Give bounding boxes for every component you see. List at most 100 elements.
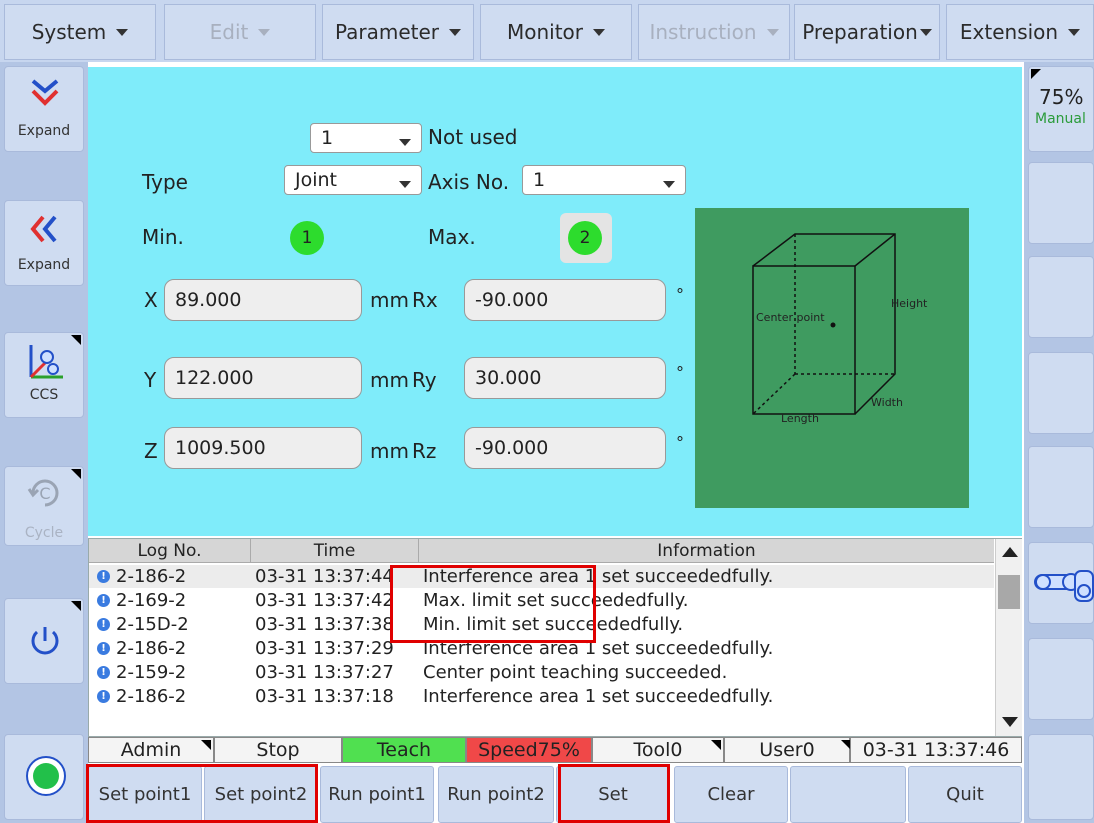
y-field[interactable]: 122.000 <box>164 357 362 399</box>
log-time: 03-31 13:37:27 <box>255 662 394 683</box>
cuboid-diagram-icon <box>752 233 896 415</box>
z-label: Z <box>144 439 158 463</box>
menu-bar: System Edit Parameter Monitor Instructio… <box>0 0 1094 62</box>
menu-parameter-label: Parameter <box>334 20 440 44</box>
chevron-down-icon <box>116 28 129 36</box>
x-field[interactable]: 89.000 <box>164 279 362 321</box>
corner-indicator <box>1031 69 1041 79</box>
chevron-down-icon <box>593 28 606 36</box>
rx-unit: ° <box>676 285 684 304</box>
clock: 03-31 13:37:46 <box>850 737 1022 763</box>
menu-edit[interactable]: Edit <box>164 4 316 60</box>
area-number-value: 1 <box>321 127 334 149</box>
menu-monitor[interactable]: Monitor <box>480 4 632 60</box>
speed-button[interactable]: 75% Manual <box>1028 66 1094 152</box>
log-info: Min. limit set succeededfully. <box>423 614 684 635</box>
expand-left-button[interactable]: Expand <box>4 200 84 286</box>
table-row[interactable]: ! 2-186-2 03-31 13:37:44 Interference are… <box>89 565 994 588</box>
power-button[interactable] <box>4 598 84 684</box>
log-no: 2-186-2 <box>116 566 187 587</box>
ry-unit: ° <box>676 363 684 382</box>
side-button-6[interactable] <box>1028 734 1094 820</box>
ry-field[interactable]: 30.000 <box>464 357 666 399</box>
run-point1-button[interactable]: Run point1 <box>320 766 434 823</box>
min-label: Min. <box>142 225 184 249</box>
side-button-5[interactable] <box>1028 638 1094 720</box>
table-row[interactable]: ! 2-169-2 03-31 13:37:42 Max. limit set s… <box>89 589 994 612</box>
max-point-button[interactable]: 2 <box>560 213 612 263</box>
min-point-indicator: 1 <box>290 221 324 255</box>
speed-badge: Speed75% <box>466 737 592 763</box>
run-point2-button[interactable]: Run point2 <box>438 766 554 823</box>
ccs-button[interactable]: CCS <box>4 332 84 418</box>
expand-down-button[interactable]: Expand <box>4 66 84 152</box>
area-number-select[interactable]: 1 <box>310 123 422 153</box>
expand-left-label: Expand <box>17 257 71 273</box>
table-row[interactable]: ! 2-159-2 03-31 13:37:27 Center point tea… <box>89 661 994 684</box>
x-unit: mm <box>370 288 409 312</box>
blank-button[interactable] <box>790 766 906 823</box>
scroll-up-icon[interactable] <box>1002 547 1018 557</box>
tool-value: Tool0 <box>633 739 683 761</box>
servo-button[interactable] <box>4 734 84 820</box>
menu-parameter[interactable]: Parameter <box>322 4 474 60</box>
axis-label: Axis No. <box>428 170 510 194</box>
log-no: 2-186-2 <box>116 638 187 659</box>
col-information: Information <box>657 541 756 561</box>
side-button-2[interactable] <box>1028 256 1094 338</box>
mode-value: Manual <box>1035 111 1086 127</box>
chevron-down-icon <box>449 28 462 36</box>
tool-status[interactable]: Tool0 <box>592 737 724 763</box>
cycle-icon: C <box>27 479 59 507</box>
robot-button[interactable] <box>1028 542 1094 624</box>
side-button-3[interactable] <box>1028 352 1094 434</box>
menu-system[interactable]: System <box>4 4 156 60</box>
corner-indicator <box>711 740 721 750</box>
side-button-1[interactable] <box>1028 162 1094 244</box>
table-row[interactable]: ! 2-186-2 03-31 13:37:18 Interference are… <box>89 685 994 708</box>
table-row[interactable]: ! 2-15D-2 03-31 13:37:38 Min. limit set s… <box>89 613 994 636</box>
scroll-thumb[interactable] <box>998 575 1020 609</box>
set-button[interactable]: Set <box>556 766 670 823</box>
log-no: 2-15D-2 <box>116 614 189 635</box>
z-field[interactable]: 1009.500 <box>164 427 362 469</box>
cycle-label: Cycle <box>24 525 64 541</box>
double-chevron-left-icon <box>30 215 57 243</box>
type-select[interactable]: Joint <box>284 165 422 195</box>
quit-button[interactable]: Quit <box>908 766 1022 823</box>
type-value: Joint <box>295 169 337 191</box>
user-frame-status[interactable]: User0 <box>724 737 851 763</box>
interference-area-panel: 1 Not used Type Joint Axis No. 1 Min. 1 … <box>88 67 1022 536</box>
log-scrollbar[interactable] <box>995 539 1022 736</box>
side-button-4[interactable] <box>1028 446 1094 528</box>
cycle-button[interactable]: C Cycle <box>4 466 84 546</box>
clear-button[interactable]: Clear <box>674 766 788 823</box>
rz-label: Rz <box>412 439 437 463</box>
info-icon: ! <box>97 594 110 607</box>
double-chevron-down-icon <box>31 79 59 106</box>
col-time: Time <box>251 539 419 563</box>
scroll-down-icon[interactable] <box>1002 717 1018 727</box>
coordinate-system-icon <box>29 345 63 379</box>
x-label: X <box>144 288 158 312</box>
info-icon: ! <box>97 618 110 631</box>
user-status[interactable]: Admin <box>88 737 214 763</box>
user-value: Admin <box>120 739 182 761</box>
corner-indicator <box>71 601 81 611</box>
chevron-down-icon <box>258 28 271 36</box>
rx-field[interactable]: -90.000 <box>464 279 666 321</box>
menu-preparation[interactable]: Preparation <box>794 4 940 60</box>
set-point1-button[interactable]: Set point1 <box>88 766 202 823</box>
chevron-down-icon <box>399 139 411 146</box>
rz-field[interactable]: -90.000 <box>464 427 666 469</box>
ry-label: Ry <box>412 368 437 392</box>
menu-edit-label: Edit <box>209 20 249 44</box>
log-info: Center point teaching succeeded. <box>423 662 728 683</box>
table-row[interactable]: ! 2-186-2 03-31 13:37:29 Interference are… <box>89 637 994 660</box>
set-point2-button[interactable]: Set point2 <box>204 766 318 823</box>
menu-extension-label: Extension <box>959 20 1059 44</box>
axis-select[interactable]: 1 <box>522 165 686 195</box>
menu-extension[interactable]: Extension <box>946 4 1094 60</box>
menu-instruction[interactable]: Instruction <box>638 4 790 60</box>
log-info: Interference area 1 set succeededfully. <box>423 686 774 707</box>
